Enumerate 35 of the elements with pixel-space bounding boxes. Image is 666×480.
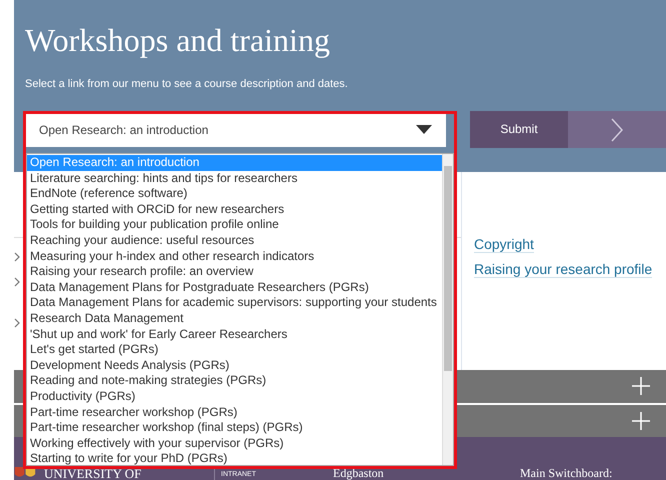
dropdown-option[interactable]: Measuring your h-index and other research indicators [27, 248, 442, 264]
dropdown-option[interactable]: Data Management Plans for Postgraduate Researchers (PGRs) [27, 280, 442, 296]
dropdown-option[interactable]: Part-time researcher workshop (final steps) (PGRs) [27, 420, 442, 436]
page-subtitle: Select a link from our menu to see a course description and dates. [25, 78, 349, 90]
crest-icon [14, 467, 36, 479]
related-link[interactable]: Copyright [474, 236, 534, 253]
university-logo-text: UNIVERSITY OF [44, 467, 142, 480]
dropdown-option[interactable]: Raising your research profile: an overview [27, 264, 442, 280]
dropdown-option[interactable]: Productivity (PGRs) [27, 388, 442, 404]
page-title: Workshops and training [25, 21, 331, 60]
dropdown-option[interactable]: Starting to write for your PhD (PGRs) [27, 451, 442, 467]
course-select[interactable]: Open Research: an introduction [25, 112, 446, 147]
submit-button[interactable]: Submit [470, 111, 666, 148]
dropdown-option[interactable]: Part-time researcher workshop (PGRs) [27, 404, 442, 420]
chevron-right-icon [14, 277, 20, 287]
dropdown-option[interactable]: Working effectively with your supervisor (PGRs) [27, 436, 442, 452]
dropdown-option[interactable]: Getting started with ORCiD for new researchers [27, 202, 442, 218]
dropdown-option[interactable]: Literature searching: hints and tips for researchers [27, 170, 442, 186]
dropdown-option[interactable]: Data Management Plans for academic supervisors: supporting your students [27, 295, 442, 311]
dropdown-option[interactable]: Tools for building your publication profile online [27, 217, 442, 233]
dropdown-arrow-icon [416, 125, 432, 134]
chevron-right-icon [14, 318, 20, 328]
campus-name: Edgbaston [333, 467, 385, 480]
related-link[interactable]: Raising your research profile [474, 261, 652, 278]
dropdown-option[interactable]: Let's get started (PGRs) [27, 342, 442, 358]
dropdown-option[interactable]: Reaching your audience: useful resources [27, 232, 442, 249]
scrollbar[interactable] [442, 154, 453, 465]
chevron-right-icon [611, 118, 623, 142]
dropdown-option[interactable]: 'Shut up and work' for Early Career Researchers [27, 326, 442, 342]
switchboard-label: Main Switchboard: [520, 467, 612, 480]
dropdown-option[interactable]: Research Data Management [27, 310, 442, 327]
chevron-right-icon [14, 252, 20, 262]
dropdown-option[interactable]: EndNote (reference software) [27, 186, 442, 202]
dropdown-option[interactable]: Reading and note-making strategies (PGRs) [27, 373, 442, 389]
dropdown-option[interactable]: Development Needs Analysis (PGRs) [27, 358, 442, 374]
